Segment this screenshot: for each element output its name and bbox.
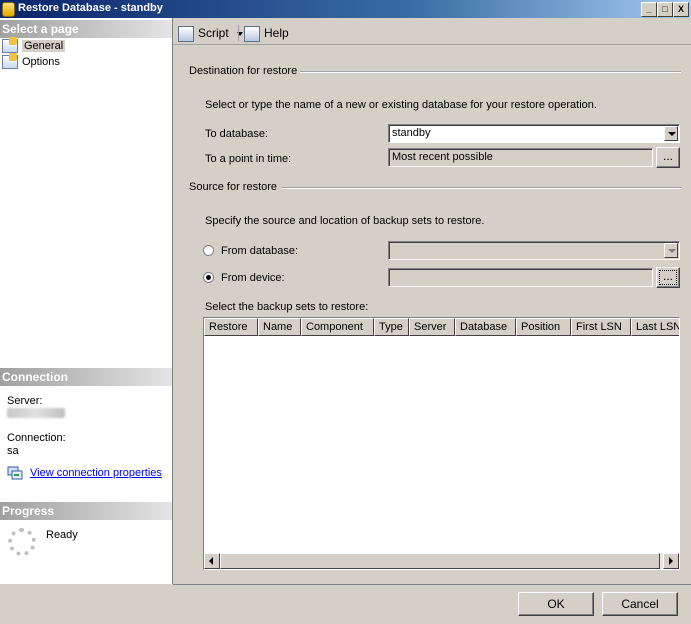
- database-icon: [2, 2, 15, 17]
- view-connection-properties-link[interactable]: View connection properties: [30, 467, 162, 479]
- scroll-thumb[interactable]: [220, 553, 660, 569]
- page-general[interactable]: General: [2, 37, 66, 54]
- window-title: Restore Database - standby: [18, 2, 163, 14]
- server-label: Server:: [7, 395, 43, 407]
- connection-header: Connection: [0, 368, 172, 386]
- ok-button[interactable]: OK: [518, 592, 594, 616]
- to-database-label: To database:: [205, 128, 268, 140]
- toolbar-divider: [173, 44, 691, 45]
- connection-properties-icon: [7, 466, 23, 480]
- from-device-label[interactable]: From device:: [221, 272, 285, 284]
- column-header[interactable]: Type: [374, 318, 409, 336]
- column-header[interactable]: Position: [516, 318, 571, 336]
- from-device-radio[interactable]: [203, 272, 214, 283]
- connection-value: sa: [7, 445, 19, 457]
- chevron-down-icon[interactable]: [664, 243, 678, 258]
- progress-status: Ready: [46, 529, 78, 541]
- column-header[interactable]: Name: [258, 318, 301, 336]
- page-label: Options: [22, 56, 60, 68]
- column-header[interactable]: Last LSN: [631, 318, 679, 336]
- script-icon: [178, 25, 194, 42]
- point-in-time-value: Most recent possible: [392, 151, 493, 163]
- help-icon: [244, 25, 260, 42]
- page-icon: [2, 53, 18, 70]
- destination-hint: Select or type the name of a new or exis…: [205, 99, 597, 111]
- column-header[interactable]: Restore: [204, 318, 258, 336]
- minimize-button[interactable]: _: [641, 2, 657, 17]
- to-database-value: standby: [392, 127, 431, 139]
- from-database-combo[interactable]: [388, 241, 680, 260]
- to-database-combo[interactable]: standby: [388, 124, 680, 143]
- source-hint: Specify the source and location of backu…: [205, 215, 485, 227]
- scroll-right-icon[interactable]: [663, 553, 679, 569]
- cancel-button[interactable]: Cancel: [602, 592, 678, 616]
- point-in-time-label: To a point in time:: [205, 153, 292, 165]
- page-label: General: [22, 40, 66, 52]
- horizontal-scrollbar[interactable]: [204, 553, 679, 569]
- close-button[interactable]: X: [673, 2, 689, 17]
- toolbar-separator: [238, 25, 239, 41]
- scroll-left-icon[interactable]: [204, 553, 220, 569]
- server-name-redacted: [7, 408, 65, 418]
- left-pane: [0, 18, 173, 584]
- destination-group-title: Destination for restore: [189, 65, 298, 77]
- column-header[interactable]: Server: [409, 318, 455, 336]
- group-rule: [282, 187, 681, 189]
- progress-header: Progress: [0, 502, 172, 520]
- column-header[interactable]: First LSN: [571, 318, 631, 336]
- from-device-field[interactable]: [388, 268, 653, 287]
- column-header[interactable]: Component: [301, 318, 374, 336]
- grid-header: Restore Name Component Type Server Datab…: [204, 318, 679, 336]
- backup-sets-label: Select the backup sets to restore:: [205, 301, 369, 313]
- script-button[interactable]: Script: [178, 24, 244, 42]
- select-page-header: Select a page: [0, 20, 172, 38]
- source-group-title: Source for restore: [189, 181, 278, 193]
- page-icon: [2, 37, 18, 54]
- connection-label: Connection:: [7, 432, 66, 444]
- chevron-down-icon[interactable]: [664, 126, 678, 141]
- column-header[interactable]: Database: [455, 318, 516, 336]
- group-rule: [300, 71, 681, 73]
- help-button[interactable]: Help: [244, 24, 289, 42]
- maximize-button[interactable]: □: [657, 2, 673, 17]
- from-database-radio[interactable]: [203, 245, 214, 256]
- from-device-browse-button[interactable]: ...: [656, 267, 680, 288]
- page-options[interactable]: Options: [2, 53, 60, 70]
- backup-sets-grid[interactable]: Restore Name Component Type Server Datab…: [203, 317, 680, 570]
- point-in-time-browse-button[interactable]: ...: [656, 147, 680, 168]
- point-in-time-field[interactable]: Most recent possible: [388, 148, 653, 167]
- from-database-label[interactable]: From database:: [221, 245, 298, 257]
- help-label: Help: [264, 26, 289, 40]
- progress-spinner-icon: [8, 528, 36, 556]
- script-label: Script: [198, 26, 229, 40]
